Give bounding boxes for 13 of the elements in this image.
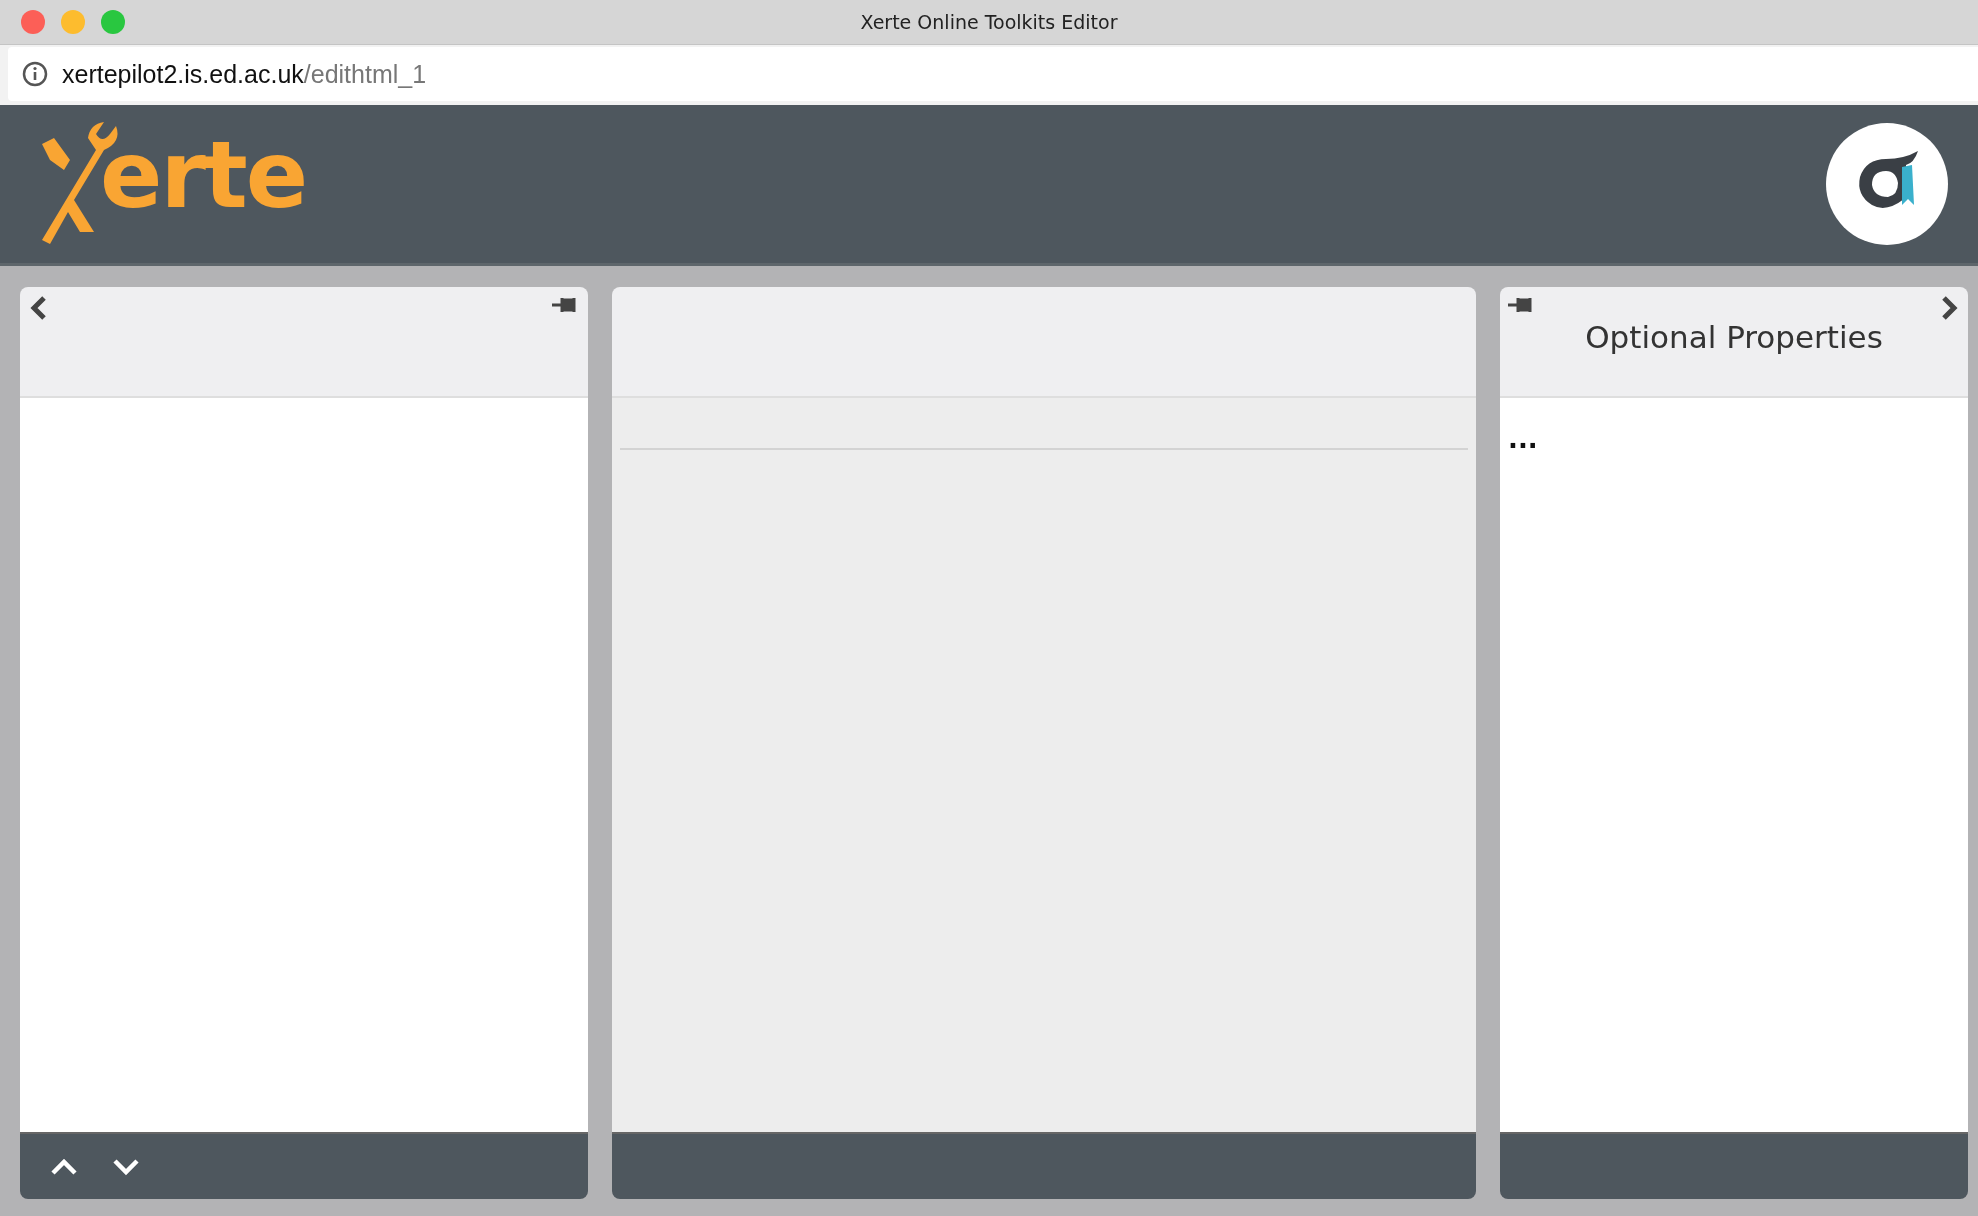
move-down-button[interactable]: [112, 1157, 140, 1176]
window-title: Xerte Online Toolkits Editor: [860, 11, 1118, 33]
address-field[interactable]: xertepilot2.is.ed.ac.uk/edithtml_1: [8, 47, 1978, 101]
logo-text: erte: [100, 130, 307, 222]
circular-logo-icon: [1826, 123, 1948, 245]
url-host: xertepilot2.is.ed.ac.uk: [62, 59, 304, 89]
panel-title: Optional Properties: [1585, 318, 1883, 355]
ellipsis-text: ...: [1508, 424, 1538, 454]
info-icon: [22, 61, 48, 87]
chevron-down-icon: [112, 1157, 140, 1176]
chevron-up-icon: [50, 1157, 78, 1176]
url-path: /edithtml_1: [303, 59, 427, 89]
move-up-button[interactable]: [50, 1157, 78, 1176]
